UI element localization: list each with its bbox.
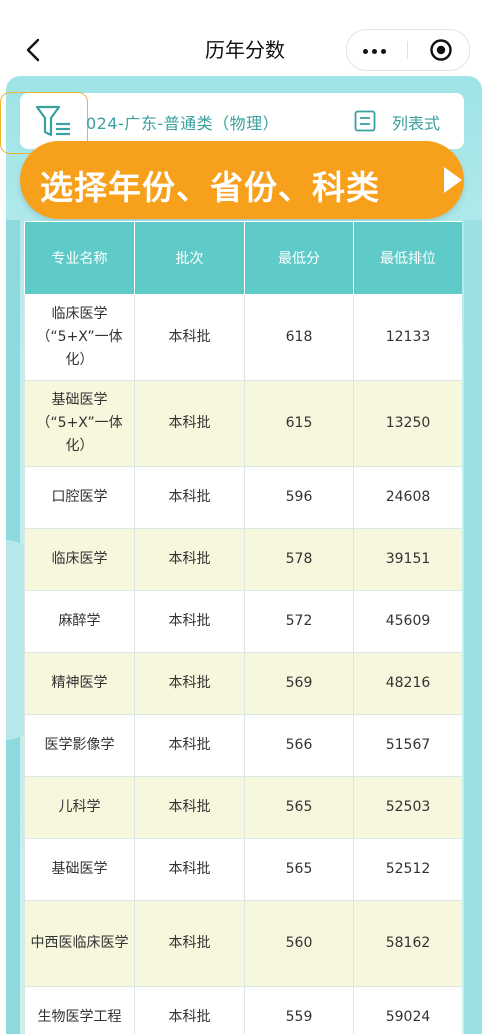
more-menu-icon[interactable]: [361, 39, 395, 61]
batch-cell: 本科批: [134, 294, 245, 381]
list-view-icon: [354, 110, 376, 132]
major-cell: 临床医学: [24, 528, 135, 591]
major-cell: 临床医学（“5+X”一体化）: [24, 294, 135, 381]
table-row: 基础医学（“5+X”一体化） 本科批 615 13250: [24, 380, 462, 467]
table-row: 临床医学（“5+X”一体化） 本科批 618 12133: [24, 294, 462, 381]
batch-cell: 本科批: [134, 776, 245, 839]
batch-cell: 本科批: [134, 528, 245, 591]
major-cell: 麻醉学: [24, 590, 135, 653]
score-table: 专业名称 批次 最低分 最低排位 临床医学（“5+X”一体化） 本科批 618 121…: [24, 221, 462, 1034]
table-row: 精神医学 本科批 569 48216: [24, 652, 462, 715]
close-icon[interactable]: [429, 38, 453, 62]
min-score-cell: 566: [244, 714, 354, 777]
column-header-batch: 批次: [134, 221, 245, 295]
major-cell: 基础医学（“5+X”一体化）: [24, 380, 135, 467]
table-row: 口腔医学 本科批 596 24608: [24, 466, 462, 529]
min-score-cell: 578: [244, 528, 354, 591]
list-view-label: 列表式: [392, 114, 441, 133]
column-header-min-rank: 最低排位: [353, 221, 462, 295]
table-body: 临床医学（“5+X”一体化） 本科批 618 12133 基础医学（“5+X”一体化）本…: [24, 294, 462, 1034]
filter-icon: [35, 105, 70, 137]
table-row: 医学影像学 本科批 566 51567: [24, 714, 462, 777]
major-cell: 医学影像学: [24, 714, 135, 777]
batch-cell: 本科批: [134, 466, 245, 529]
min-rank-cell: 58162: [353, 900, 462, 987]
table-row: 临床医学 本科批 578 39151: [24, 528, 462, 591]
filter-selection-text[interactable]: 024-广东-普通类（物理）: [86, 110, 279, 134]
table-row: 麻醉学 本科批 572 45609: [24, 590, 462, 653]
batch-cell: 本科批: [134, 900, 245, 987]
table-row: 基础医学 本科批 565 52512: [24, 838, 462, 901]
min-score-cell: 569: [244, 652, 354, 715]
min-rank-cell: 39151: [353, 528, 462, 591]
column-header-min-score: 最低分: [244, 221, 354, 295]
major-cell: 口腔医学: [24, 466, 135, 529]
batch-cell: 本科批: [134, 986, 245, 1034]
table-row: 儿科学 本科批 565 52503: [24, 776, 462, 839]
table-row: 中西医临床医学 本科批 560 58162: [24, 900, 462, 987]
min-score-cell: 596: [244, 466, 354, 529]
min-score-cell: 565: [244, 838, 354, 901]
batch-cell: 本科批: [134, 838, 245, 901]
decor-right-strip: [464, 220, 482, 1034]
major-cell: 儿科学: [24, 776, 135, 839]
major-cell: 生物医学工程: [24, 986, 135, 1034]
capsule-divider: [407, 41, 408, 59]
min-rank-cell: 52512: [353, 838, 462, 901]
min-score-cell: 572: [244, 590, 354, 653]
column-header-major: 专业名称: [24, 221, 135, 295]
mini-program-capsule: [346, 29, 470, 71]
major-cell: 基础医学: [24, 838, 135, 901]
score-table-container: 专业名称 批次 最低分 最低排位 临床医学（“5+X”一体化） 本科批 618 121…: [24, 221, 462, 1034]
batch-cell: 本科批: [134, 590, 245, 653]
min-score-cell: 560: [244, 900, 354, 987]
banner-text: 选择年份、省份、科类: [40, 168, 380, 207]
select-filter-banner[interactable]: 选择年份、省份、科类: [20, 141, 464, 219]
batch-cell: 本科批: [134, 380, 245, 467]
min-rank-cell: 13250: [353, 380, 462, 467]
batch-cell: 本科批: [134, 652, 245, 715]
table-row: 生物医学工程 本科批 559 59024: [24, 986, 462, 1034]
play-arrow-icon: [444, 167, 462, 193]
major-cell: 中西医临床医学: [24, 900, 135, 987]
min-rank-cell: 45609: [353, 590, 462, 653]
major-cell: 精神医学: [24, 652, 135, 715]
table-header-row: 专业名称 批次 最低分 最低排位: [24, 221, 462, 295]
min-score-cell: 618: [244, 294, 354, 381]
min-rank-cell: 51567: [353, 714, 462, 777]
min-rank-cell: 24608: [353, 466, 462, 529]
min-rank-cell: 48216: [353, 652, 462, 715]
min-rank-cell: 12133: [353, 294, 462, 381]
batch-cell: 本科批: [134, 714, 245, 777]
min-rank-cell: 59024: [353, 986, 462, 1034]
min-score-cell: 565: [244, 776, 354, 839]
min-score-cell: 559: [244, 986, 354, 1034]
min-score-cell: 615: [244, 380, 354, 467]
min-rank-cell: 52503: [353, 776, 462, 839]
